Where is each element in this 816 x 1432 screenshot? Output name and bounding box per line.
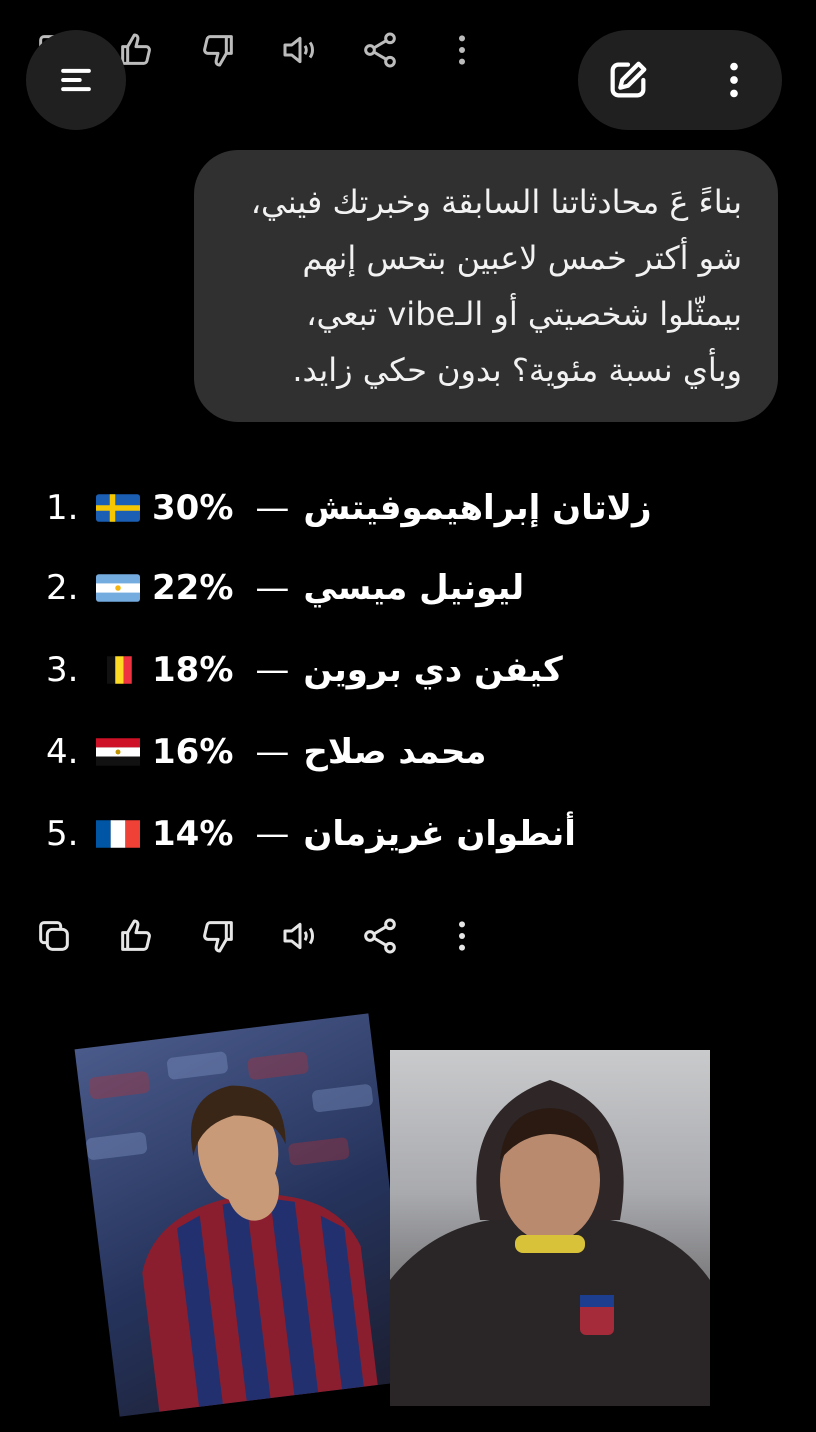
copy-icon xyxy=(39,921,69,951)
share-icon xyxy=(364,918,396,954)
answer-list-item: 4. 16% — محمد صلاح xyxy=(46,722,486,782)
share-button[interactable] xyxy=(358,914,402,958)
item-separator: — xyxy=(255,568,290,608)
item-percent: 30% xyxy=(152,488,234,528)
thumbs-down-icon xyxy=(203,35,233,67)
item-percent: 22% xyxy=(152,568,234,608)
more-vertical-icon xyxy=(459,921,465,951)
edit-button[interactable] xyxy=(604,56,652,104)
read-aloud-button[interactable] xyxy=(278,914,322,958)
item-player-name: زلاتان إبراهيموفيتش xyxy=(303,488,652,528)
france-flag xyxy=(96,820,140,848)
item-percent: 14% xyxy=(152,814,234,854)
user-message-text: بناءً عَ محادثاتنا السابقة وخبرتك فيني، … xyxy=(224,174,742,398)
top-controls xyxy=(578,30,782,130)
user-message-bubble: بناءً عَ محادثاتنا السابقة وخبرتك فيني، … xyxy=(194,150,778,422)
item-number: 2. xyxy=(46,568,79,608)
user-message-line: شو أكتر خمس لاعبين بتحس إنهم xyxy=(302,239,742,277)
messi-photo xyxy=(390,1050,710,1406)
thumbs-up-icon xyxy=(121,919,151,951)
user-message-line: بيمثّلوا شخصيتي أو الـvibe تبعي، xyxy=(306,295,742,333)
answer-list-item: 5. 14% — أنطوان غريزمان xyxy=(46,804,576,864)
more-options-button[interactable] xyxy=(710,56,758,104)
item-separator: — xyxy=(255,814,290,854)
zlatan-photo xyxy=(74,1013,414,1417)
sweden-flag xyxy=(96,494,140,522)
read-aloud-button[interactable] xyxy=(278,28,322,72)
more-options-button[interactable] xyxy=(440,914,484,958)
copy-button[interactable] xyxy=(32,914,76,958)
item-player-name: أنطوان غريزمان xyxy=(303,814,576,854)
item-player-name: كيفن دي بروين xyxy=(303,650,563,690)
share-icon xyxy=(364,32,396,68)
item-separator: — xyxy=(255,650,290,690)
answer-list-item: 1. 30% — زلاتان إبراهيموفيتش xyxy=(46,478,652,538)
item-number: 1. xyxy=(46,488,79,528)
item-separator: — xyxy=(255,488,290,528)
argentina-flag xyxy=(96,574,140,602)
item-player-name: ليونيل ميسي xyxy=(303,568,525,608)
menu-button[interactable] xyxy=(26,30,126,130)
item-percent: 18% xyxy=(152,650,234,690)
user-message-line: وبأي نسبة مئوية؟ بدون حكي زايد. xyxy=(292,351,742,389)
answer-list-item: 2. 22% — ليونيل ميسي xyxy=(46,558,524,618)
answer-list-item: 3. 18% — كيفن دي بروين xyxy=(46,640,563,700)
zlatan-photo-illustration xyxy=(86,1051,378,1412)
dislike-button[interactable] xyxy=(196,914,240,958)
menu-icon xyxy=(61,68,91,92)
share-button[interactable] xyxy=(358,28,402,72)
more-vertical-icon xyxy=(459,35,465,65)
response-action-row xyxy=(0,914,816,964)
more-vertical-icon xyxy=(730,62,738,98)
messi-photo-illustration xyxy=(390,1080,710,1406)
item-number: 4. xyxy=(46,732,79,772)
speaker-icon xyxy=(283,36,314,64)
egypt-flag xyxy=(96,738,140,766)
like-button[interactable] xyxy=(114,914,158,958)
thumbs-down-icon xyxy=(203,921,233,953)
item-player-name: محمد صلاح xyxy=(303,732,487,772)
item-number: 3. xyxy=(46,650,79,690)
item-number: 5. xyxy=(46,814,79,854)
speaker-icon xyxy=(283,922,314,950)
item-separator: — xyxy=(255,732,290,772)
belgium-flag xyxy=(107,656,132,684)
user-message-line: بناءً عَ محادثاتنا السابقة وخبرتك فيني، xyxy=(250,183,742,221)
dislike-button[interactable] xyxy=(196,28,240,72)
edit-icon xyxy=(610,61,647,98)
item-percent: 16% xyxy=(152,732,234,772)
more-options-button[interactable] xyxy=(440,28,484,72)
